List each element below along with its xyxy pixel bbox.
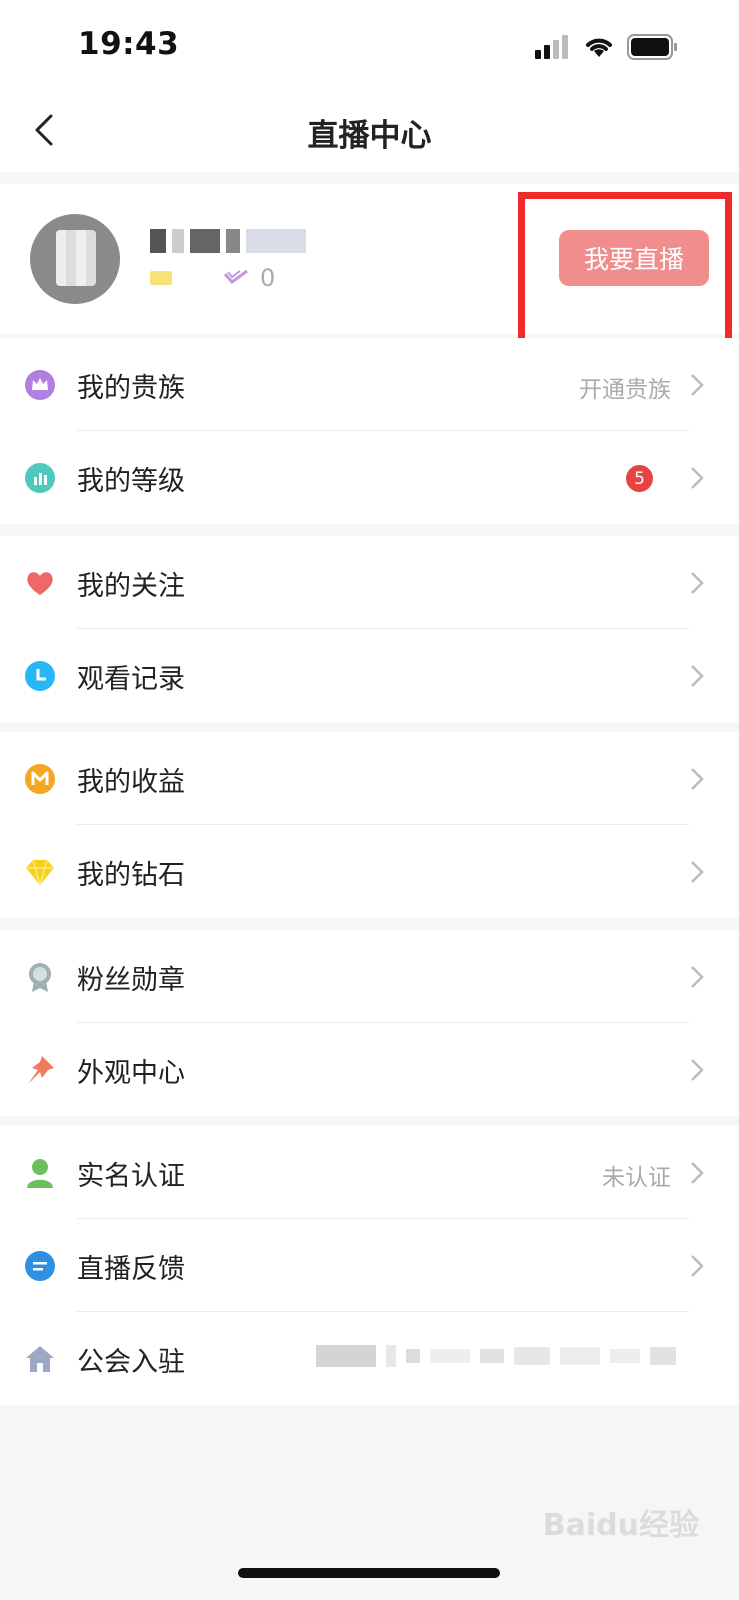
chevron-right-icon (691, 1255, 704, 1277)
menu-item-label: 我的贵族 (77, 373, 185, 404)
chevron-right-icon (691, 966, 704, 988)
user-stats: 0 (150, 264, 275, 292)
message-icon (24, 1250, 56, 1282)
avatar-image (56, 230, 96, 286)
battery-icon (627, 34, 677, 60)
menu-item-label: 我的钻石 (77, 860, 185, 891)
nav-bar: 直播中心 (0, 90, 739, 172)
menu-item-label: 直播反馈 (77, 1254, 185, 1285)
menu-group-5: 实名认证 未认证 直播反馈 公会入驻 (0, 1126, 739, 1405)
menu-item-history[interactable]: 观看记录 (0, 629, 739, 722)
chevron-right-icon (691, 861, 704, 883)
menu-item-fan-medal[interactable]: 粉丝勋章 (0, 930, 739, 1023)
chevron-right-icon (691, 768, 704, 790)
chevron-right-icon (691, 374, 704, 396)
fans-count: 0 (260, 264, 276, 292)
menu-item-value: 未认证 (602, 1165, 671, 1191)
pin-icon (24, 1054, 56, 1086)
menu-item-label: 我的关注 (77, 571, 185, 602)
page-title: 直播中心 (307, 118, 432, 154)
chevron-right-icon (691, 1059, 704, 1081)
signal-icon (535, 35, 568, 59)
menu-item-appearance[interactable]: 外观中心 (0, 1023, 739, 1116)
heart-icon (24, 567, 56, 599)
menu-group-4: 粉丝勋章 外观中心 (0, 930, 739, 1116)
watermark: Baidu经验 (542, 1508, 699, 1543)
menu-item-guild[interactable]: 公会入驻 (0, 1312, 739, 1405)
menu-item-value: 开通贵族 (579, 377, 671, 403)
clock-icon (24, 660, 56, 692)
fans-icon (223, 269, 248, 285)
crown-icon (24, 369, 56, 401)
house-icon (24, 1343, 56, 1375)
menu-group-1: 我的贵族 开通贵族 我的等级 5 (0, 338, 739, 524)
menu-item-following[interactable]: 我的关注 (0, 536, 739, 629)
menu-item-label: 粉丝勋章 (77, 965, 185, 996)
menu-group-2: 我的关注 观看记录 (0, 536, 739, 722)
menu-item-label: 外观中心 (77, 1058, 185, 1089)
username-redacted (150, 228, 350, 254)
notification-badge: 5 (626, 465, 653, 492)
diamond-icon (24, 856, 56, 888)
highlight-annotation (518, 192, 732, 352)
medal-icon (24, 961, 56, 993)
menu-item-earnings[interactable]: 我的收益 (0, 732, 739, 825)
avatar[interactable] (30, 214, 120, 304)
user-icon (24, 1157, 56, 1189)
menu-item-diamonds[interactable]: 我的钻石 (0, 825, 739, 918)
status-icons (535, 34, 679, 60)
home-indicator[interactable] (238, 1568, 500, 1578)
menu-item-label: 公会入驻 (77, 1347, 185, 1378)
menu-item-verification[interactable]: 实名认证 未认证 (0, 1126, 739, 1219)
chevron-right-icon (691, 572, 704, 594)
status-bar: 19:43 (0, 0, 739, 90)
wifi-icon (586, 38, 612, 57)
menu-item-label: 观看记录 (77, 664, 185, 695)
menu-item-label: 实名认证 (77, 1161, 185, 1192)
menu-item-level[interactable]: 我的等级 5 (0, 431, 739, 524)
chevron-right-icon (691, 665, 704, 687)
menu-item-label: 我的等级 (77, 466, 185, 497)
menu-item-feedback[interactable]: 直播反馈 (0, 1219, 739, 1312)
menu-group-3: 我的收益 我的钻石 (0, 732, 739, 918)
status-time: 19:43 (78, 26, 180, 62)
chevron-right-icon (691, 467, 704, 489)
menu-item-label: 我的收益 (77, 767, 185, 798)
redacted-content (316, 1342, 720, 1370)
chevron-right-icon (691, 1162, 704, 1184)
coin-icon (24, 763, 56, 795)
level-icon (24, 462, 56, 494)
level-tag (150, 271, 172, 285)
menu-item-nobility[interactable]: 我的贵族 开通贵族 (0, 338, 739, 431)
